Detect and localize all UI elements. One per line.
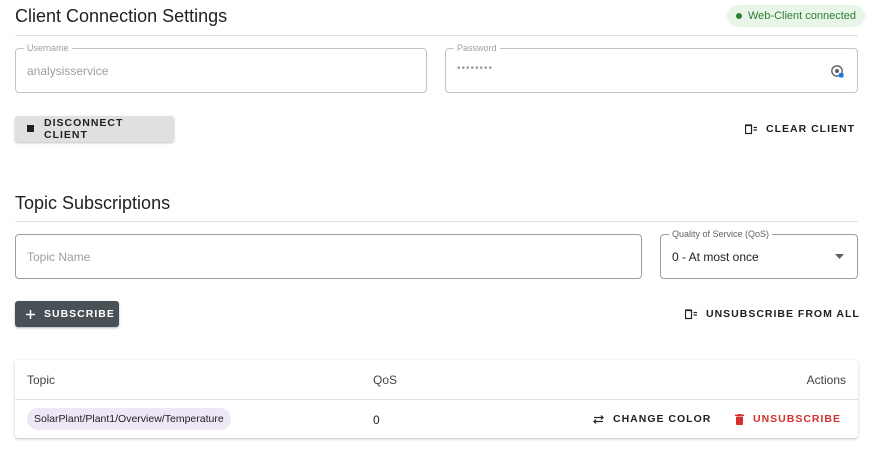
- password-label: Password: [454, 43, 500, 54]
- topic-chip[interactable]: SolarPlant/Plant1/Overview/Temperature: [27, 408, 231, 430]
- header-topic: Topic: [27, 373, 56, 387]
- clear-client-button[interactable]: CLEAR CLIENT: [733, 116, 867, 142]
- header-actions: Actions: [806, 373, 846, 387]
- trash-icon: [735, 413, 744, 425]
- unsubscribe-button[interactable]: UNSUBSCRIBE: [723, 406, 853, 432]
- unsubscribe-label: UNSUBSCRIBE: [753, 413, 842, 425]
- table-row: SolarPlant/Plant1/Overview/Temperature 0…: [15, 400, 858, 438]
- topic-subscriptions-title: Topic Subscriptions: [15, 193, 171, 213]
- subscribe-label: SUBSCRIBE: [44, 308, 115, 320]
- swap-arrows-icon: [593, 414, 604, 424]
- row-qos-value: 0: [373, 413, 380, 427]
- client-section-divider: [15, 35, 858, 36]
- username-value: analysisservice: [27, 64, 109, 78]
- password-manager-icon[interactable]: [831, 65, 844, 78]
- unsubscribe-all-label: UNSUBSCRIBE FROM ALL: [706, 308, 860, 320]
- stop-icon: [27, 125, 35, 133]
- clear-client-label: CLEAR CLIENT: [766, 123, 855, 135]
- qos-select[interactable]: Quality of Service (QoS) 0 - At most onc…: [660, 229, 858, 279]
- status-dot-icon: [736, 13, 742, 19]
- subscriptions-table: Topic QoS Actions SolarPlant/Plant1/Over…: [15, 360, 858, 438]
- topic-name-input[interactable]: Topic Name: [15, 234, 642, 279]
- password-field[interactable]: Password ••••••••: [445, 43, 858, 93]
- username-label: Username: [24, 43, 72, 54]
- plus-icon: [26, 309, 35, 319]
- subscribe-button[interactable]: SUBSCRIBE: [15, 301, 119, 327]
- username-field[interactable]: Username analysisservice: [15, 43, 427, 93]
- change-color-label: CHANGE COLOR: [613, 413, 712, 425]
- connection-status-text: Web-Client connected: [748, 10, 857, 22]
- disconnect-client-label: DISCONNECT CLIENT: [44, 117, 124, 141]
- client-settings-title: Client Connection Settings: [15, 6, 228, 26]
- connection-status-badge: Web-Client connected: [727, 5, 866, 27]
- disconnect-client-button[interactable]: DISCONNECT CLIENT: [15, 116, 174, 142]
- qos-label: Quality of Service (QoS): [669, 229, 773, 240]
- qos-selected-value: 0 - At most once: [672, 250, 759, 264]
- clear-list-icon: [745, 123, 757, 135]
- clear-list-icon: [685, 308, 697, 320]
- header-qos: QoS: [373, 373, 398, 387]
- dropdown-arrow-icon: [835, 254, 844, 259]
- password-value: ••••••••: [457, 63, 494, 74]
- change-color-button[interactable]: CHANGE COLOR: [581, 406, 723, 432]
- topics-section-divider: [15, 221, 858, 222]
- topic-name-placeholder: Topic Name: [27, 250, 91, 264]
- unsubscribe-all-button[interactable]: UNSUBSCRIBE FROM ALL: [673, 301, 872, 327]
